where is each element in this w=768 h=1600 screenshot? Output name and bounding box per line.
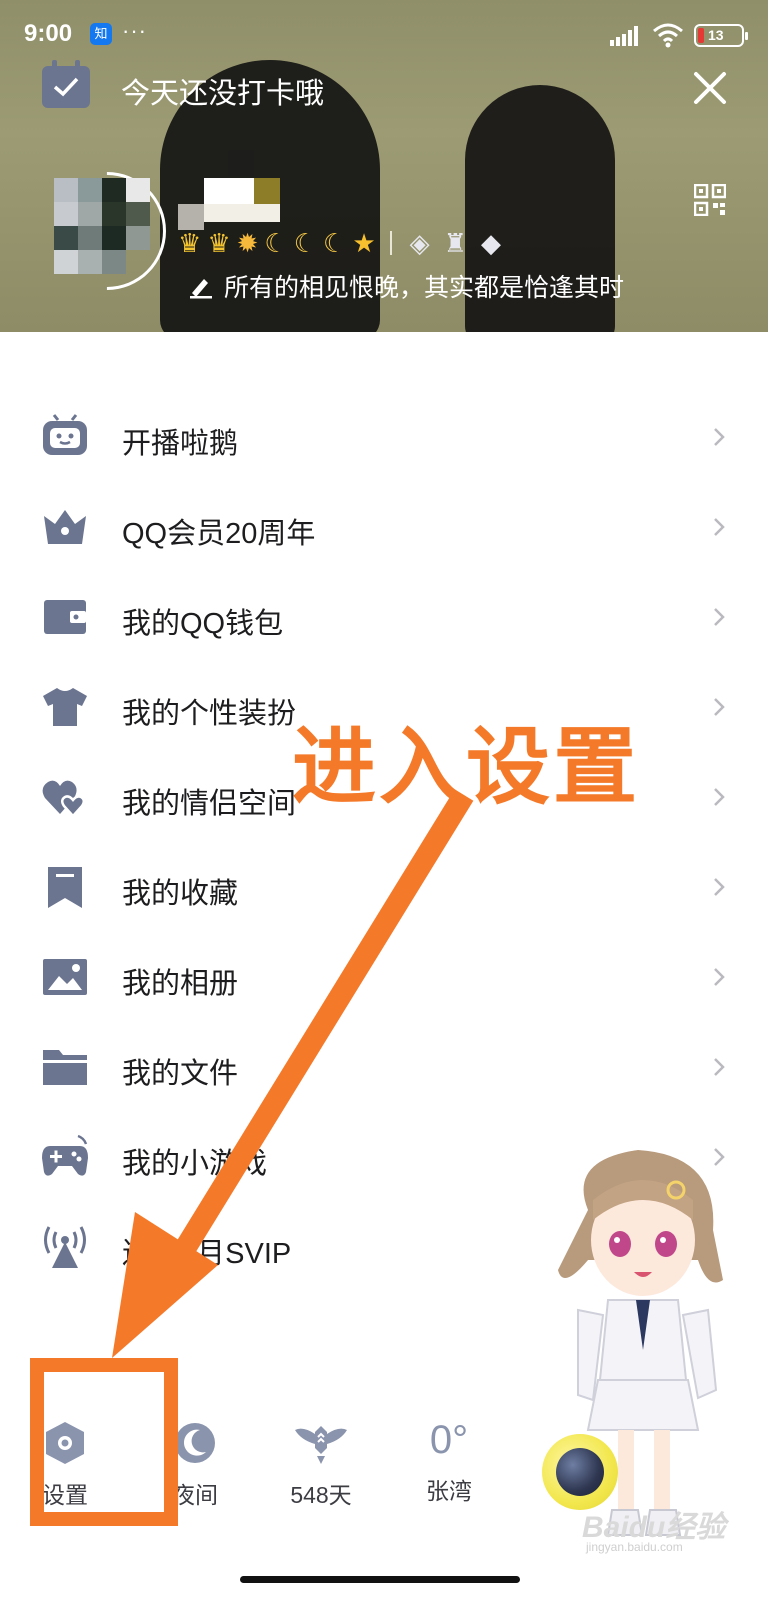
menu-item-live[interactable]: 开播啦鹅 bbox=[0, 392, 768, 482]
qq-level-badges[interactable]: ♛ ♛ ✹ ☾ ☾ ☾ ★ ◈ ♜ ◆ bbox=[178, 228, 505, 259]
chevron-right-icon bbox=[714, 428, 725, 446]
chevron-right-icon bbox=[714, 878, 725, 896]
qq-age-button[interactable]: 548天 bbox=[266, 1400, 376, 1510]
tshirt-icon bbox=[43, 688, 87, 726]
menu-item-wallet[interactable]: 我的QQ钱包 bbox=[0, 572, 768, 662]
wallet-icon bbox=[44, 600, 86, 634]
chevron-right-icon bbox=[714, 698, 725, 716]
nickname-redacted bbox=[204, 178, 254, 204]
menu-item-label: 我的QQ钱包 bbox=[122, 608, 284, 640]
gem-badge-icon[interactable]: ◈ bbox=[410, 228, 430, 259]
menu-item-vip-anniversary[interactable]: QQ会员20周年 bbox=[0, 482, 768, 572]
profile-header: 9:00 知 ··· 13 今天还没打卡哦 ♛ ♛ ✹ ☾ ☾ ☾ ★ ◈ ♜ … bbox=[0, 0, 768, 332]
chevron-right-icon bbox=[714, 608, 725, 626]
qr-code-icon[interactable] bbox=[694, 184, 726, 216]
moon-level-icon: ☾ bbox=[323, 228, 347, 258]
menu-item-favorites[interactable]: 我的收藏 bbox=[0, 842, 768, 932]
chevron-right-icon bbox=[714, 518, 725, 536]
weather-button[interactable]: 0° 张湾 bbox=[394, 1400, 504, 1506]
crown-level-icon: ♛ bbox=[207, 228, 231, 258]
home-indicator[interactable] bbox=[240, 1576, 520, 1583]
moon-icon bbox=[175, 1423, 215, 1463]
battery-level: 13 bbox=[708, 27, 724, 43]
nickname-redacted bbox=[178, 204, 204, 230]
mascot-character-image bbox=[558, 1150, 723, 1536]
menu-item-label: 我的文件 bbox=[122, 1058, 239, 1090]
moon-level-icon: ☾ bbox=[293, 228, 318, 258]
crown-level-icon: ♛ bbox=[178, 228, 202, 258]
tv-robot-icon bbox=[43, 414, 87, 455]
annotation-highlight-box bbox=[30, 1358, 178, 1526]
nickname-redacted bbox=[254, 178, 280, 204]
menu-item-label: 我的情侣空间 bbox=[122, 788, 297, 820]
checkin-prompt[interactable]: 今天还没打卡哦 bbox=[121, 70, 324, 112]
menu-item-label: 我的小游戏 bbox=[122, 1148, 268, 1180]
menu-item-label: 开播啦鹅 bbox=[122, 428, 239, 460]
photo-icon bbox=[43, 959, 87, 995]
close-icon[interactable] bbox=[690, 68, 730, 108]
signature[interactable]: 所有的相见恨晚，其实都是恰逢其时 bbox=[188, 268, 624, 304]
nickname-redacted bbox=[204, 204, 280, 222]
qq-age-label: 548天 bbox=[290, 1482, 352, 1508]
avatar[interactable] bbox=[23, 147, 191, 315]
penguin-badge-icon[interactable]: ♜ bbox=[444, 228, 467, 259]
chevron-right-icon bbox=[714, 968, 725, 986]
menu-item-label: QQ会员20周年 bbox=[122, 518, 316, 550]
moon-level-icon: ☾ bbox=[264, 228, 288, 258]
star-level-icon: ★ bbox=[352, 228, 376, 258]
sun-level-icon: ✹ bbox=[236, 228, 259, 258]
hearts-icon bbox=[42, 780, 85, 818]
broadcast-icon bbox=[44, 1226, 86, 1268]
pencil-icon bbox=[190, 279, 212, 299]
annotation-label: 进入设置 bbox=[292, 720, 641, 814]
calendar-check-icon[interactable] bbox=[42, 60, 90, 108]
gamepad-icon bbox=[42, 1134, 88, 1176]
crown-icon bbox=[44, 510, 86, 544]
chevron-right-icon bbox=[714, 1058, 725, 1076]
menu-item-files[interactable]: 我的文件 bbox=[0, 1022, 768, 1112]
chevron-right-icon bbox=[714, 788, 725, 806]
diamond-badge-icon[interactable]: ◆ bbox=[481, 228, 501, 259]
divider bbox=[389, 231, 392, 255]
winged-badge-icon bbox=[295, 1426, 347, 1464]
folder-icon bbox=[43, 1050, 87, 1085]
zhihu-app-icon: 知 bbox=[90, 23, 112, 45]
menu-item-label: 我的个性装扮 bbox=[122, 698, 297, 730]
nickname-redacted bbox=[228, 150, 254, 176]
signal-icon bbox=[610, 26, 638, 46]
baidu-watermark-url: jingyan.baidu.com bbox=[586, 1540, 683, 1554]
menu-item-album[interactable]: 我的相册 bbox=[0, 932, 768, 1022]
bookmark-icon bbox=[48, 867, 82, 908]
temperature-value: 0° bbox=[429, 1418, 469, 1462]
menu-item-label: 我的收藏 bbox=[122, 878, 239, 910]
location-label: 张湾 bbox=[426, 1478, 472, 1504]
status-time: 9:00 bbox=[24, 20, 73, 47]
menu-item-label: 我的相册 bbox=[122, 968, 239, 1000]
wifi-icon bbox=[653, 23, 683, 48]
battery-icon: 13 bbox=[694, 24, 748, 47]
more-notifications-icon: ··· bbox=[122, 18, 147, 43]
signature-text: 所有的相见恨晚，其实都是恰逢其时 bbox=[224, 274, 625, 302]
menu-item-label: 送1个月SVIP bbox=[122, 1238, 292, 1270]
status-bar: 9:00 知 ··· 13 bbox=[0, 0, 768, 72]
